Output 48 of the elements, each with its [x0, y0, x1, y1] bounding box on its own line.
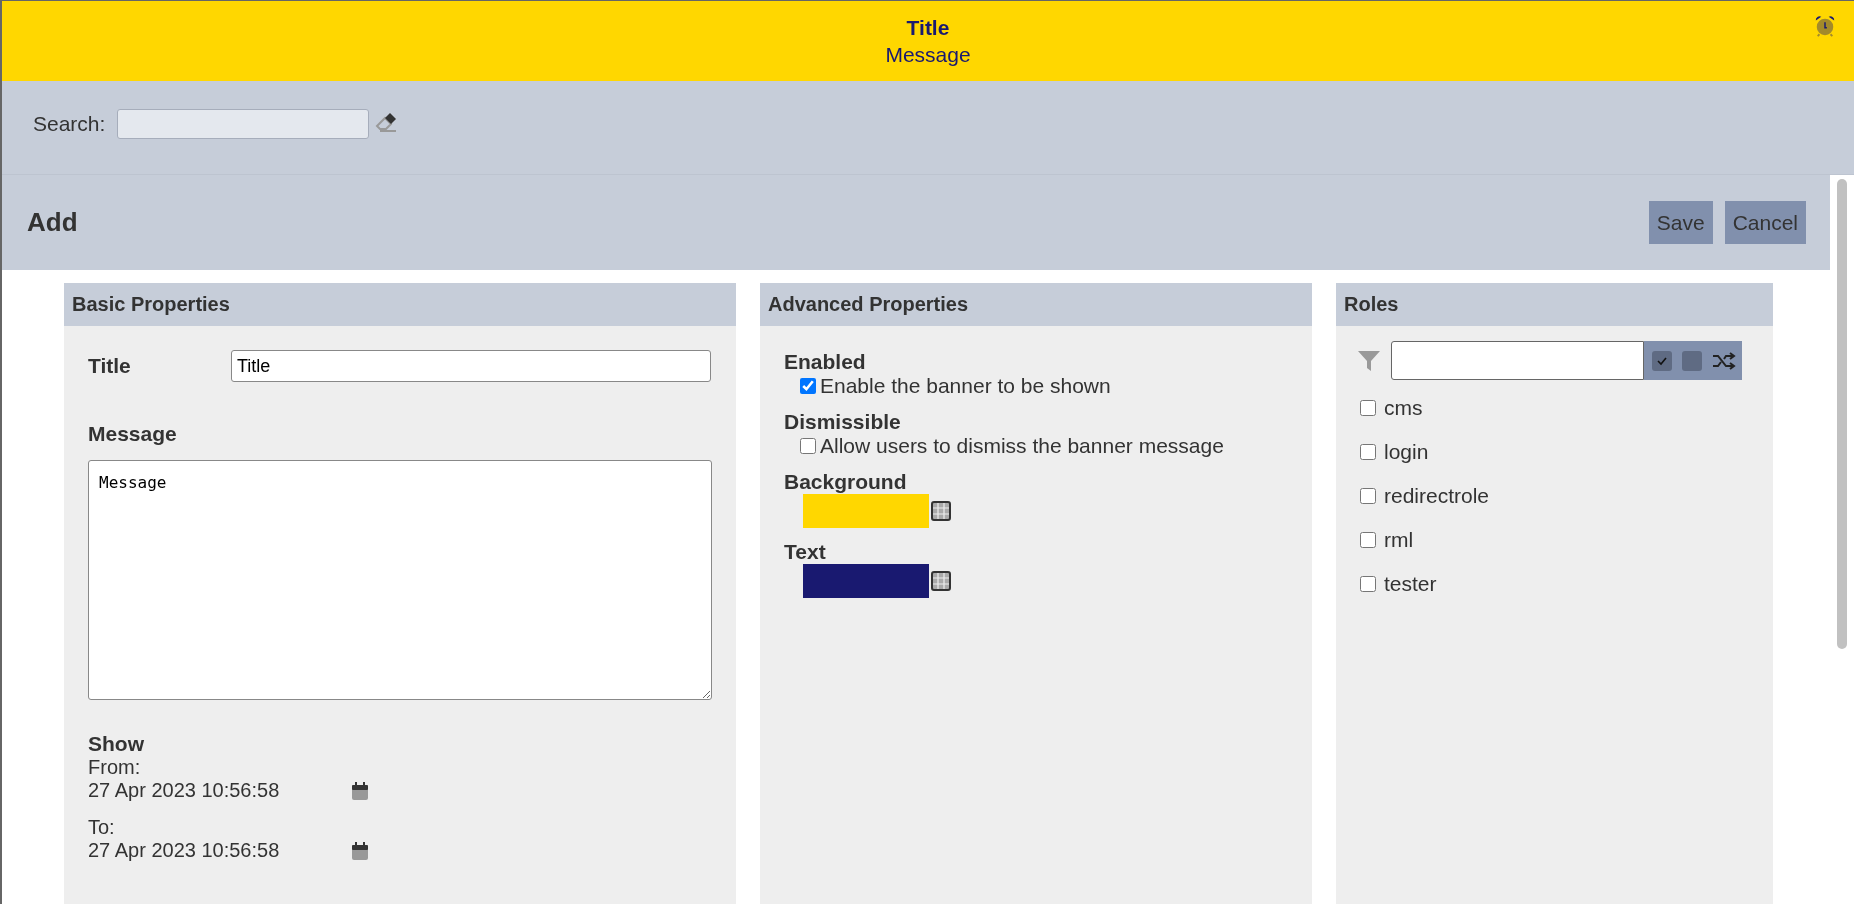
banner-title: Title [906, 15, 950, 40]
field-label: Message [88, 422, 178, 446]
panel-heading: Advanced Properties [760, 283, 1312, 326]
date-label: From: [88, 756, 142, 779]
select-all-icon[interactable] [1652, 350, 1672, 371]
calendar-icon[interactable] [352, 841, 368, 860]
checkbox[interactable] [1360, 532, 1376, 548]
date-label: To: [88, 816, 116, 839]
role-label: login [1384, 440, 1429, 464]
color-label: Text [784, 540, 827, 564]
title-field[interactable]: Title [231, 350, 711, 382]
calendar-icon[interactable] [352, 781, 368, 800]
panel-heading: Basic Properties [64, 283, 736, 326]
checkbox[interactable] [1360, 444, 1376, 460]
checkbox[interactable] [1360, 576, 1376, 592]
role-label: tester [1384, 572, 1437, 596]
color-grid-icon[interactable] [931, 571, 951, 591]
color-grid-icon[interactable] [931, 501, 951, 521]
color-swatch[interactable] [803, 494, 929, 528]
filter-icon [1358, 349, 1380, 372]
field-label: Show [88, 732, 145, 756]
alarm-clock-icon[interactable] [1814, 14, 1836, 38]
checkbox[interactable] [800, 438, 816, 454]
form-button[interactable]: Cancel [1724, 201, 1806, 244]
checkbox[interactable] [1360, 400, 1376, 416]
date-value: 27 Apr 2023 10:56:58 [88, 839, 281, 862]
option-label: Enabled [784, 350, 867, 374]
role-label: rml [1384, 528, 1414, 552]
role-filter-field[interactable] [1391, 341, 1644, 380]
option-description: Allow users to dismiss the banner message [820, 434, 1224, 458]
form-button[interactable]: Save [1648, 201, 1713, 244]
option-description: Enable the banner to be shown [820, 374, 1111, 398]
color-swatch[interactable] [803, 564, 929, 598]
role-label: redirectrole [1384, 484, 1490, 508]
panel-heading: Roles [1336, 283, 1773, 326]
checkbox[interactable] [1360, 488, 1376, 504]
search-label: Search: [33, 111, 106, 136]
field-label: Title [88, 354, 132, 378]
date-value: 27 Apr 2023 10:56:58 [88, 779, 281, 802]
color-label: Background [784, 470, 908, 494]
role-label: cms [1384, 396, 1423, 420]
banner-message: Message [885, 42, 971, 67]
search-field[interactable] [117, 108, 370, 139]
form-heading: Add [27, 207, 78, 238]
shuffle-icon[interactable] [1712, 350, 1736, 371]
option-label: Dismissible [784, 410, 902, 434]
checkbox[interactable] [800, 378, 816, 394]
message-field[interactable]: Message [88, 460, 712, 700]
